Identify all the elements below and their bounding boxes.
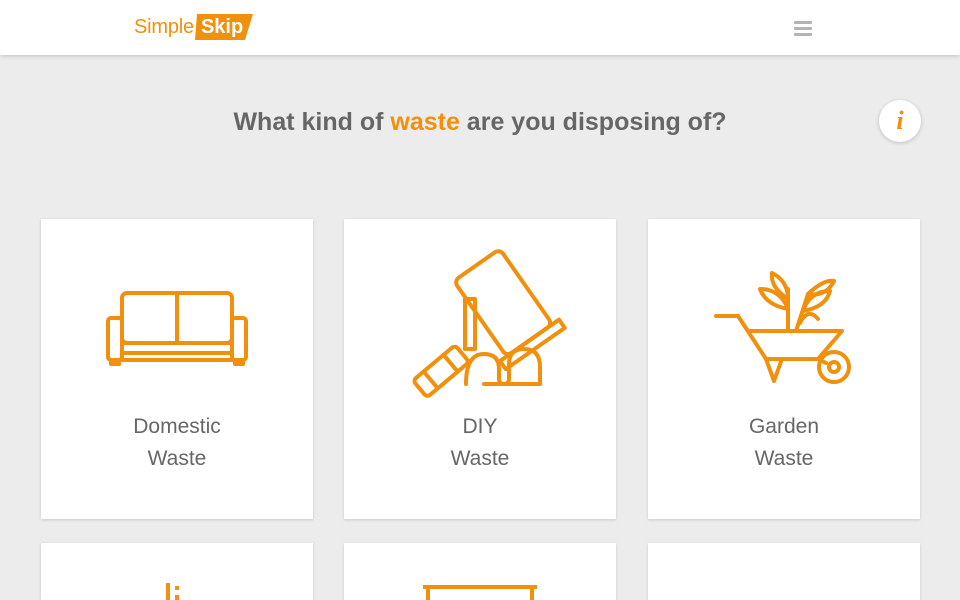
waste-type-card-5[interactable] — [344, 543, 616, 600]
info-button[interactable]: i — [879, 100, 921, 142]
question-after: are you disposing of? — [459, 108, 727, 136]
card-label-line2: Waste — [147, 447, 207, 470]
bricks-icon — [166, 583, 179, 600]
card-label-line1: DIY — [462, 415, 498, 438]
site-header: Simple Skip — [0, 0, 960, 55]
waste-type-card-diy[interactable]: DIY Waste — [344, 219, 616, 519]
logo-skip-badge: Skip — [194, 14, 257, 40]
waste-type-card-garden[interactable]: Garden Waste — [648, 219, 920, 519]
card-label: DIY Waste — [344, 411, 616, 475]
card-label: Domestic Waste — [41, 411, 313, 475]
info-icon: i — [896, 106, 904, 135]
waste-type-card-4[interactable] — [41, 543, 313, 600]
waste-type-card-domestic[interactable]: Domestic Waste — [41, 219, 313, 519]
card-label-line2: Waste — [450, 447, 510, 470]
question-before: What kind of — [233, 108, 391, 136]
waste-type-card-6[interactable] — [648, 543, 920, 600]
card-label-line2: Waste — [754, 447, 814, 470]
simpleskip-logo[interactable]: Simple Skip — [134, 13, 257, 41]
hamburger-menu-icon[interactable] — [794, 21, 812, 36]
question-highlight: waste — [390, 108, 460, 136]
page-question: What kind of waste are you disposing of? — [0, 108, 960, 137]
wheelbarrow-plant-icon — [714, 271, 851, 384]
sofa-icon — [106, 291, 248, 366]
card-label-line1: Domestic — [133, 415, 221, 438]
card-label: Garden Waste — [648, 411, 920, 475]
table-icon — [423, 585, 537, 600]
logo-skip-text: Skip — [200, 15, 244, 38]
logo-simple-text: Simple — [134, 15, 194, 38]
card-label-line1: Garden — [748, 415, 820, 438]
paint-roller-icon — [412, 249, 567, 398]
